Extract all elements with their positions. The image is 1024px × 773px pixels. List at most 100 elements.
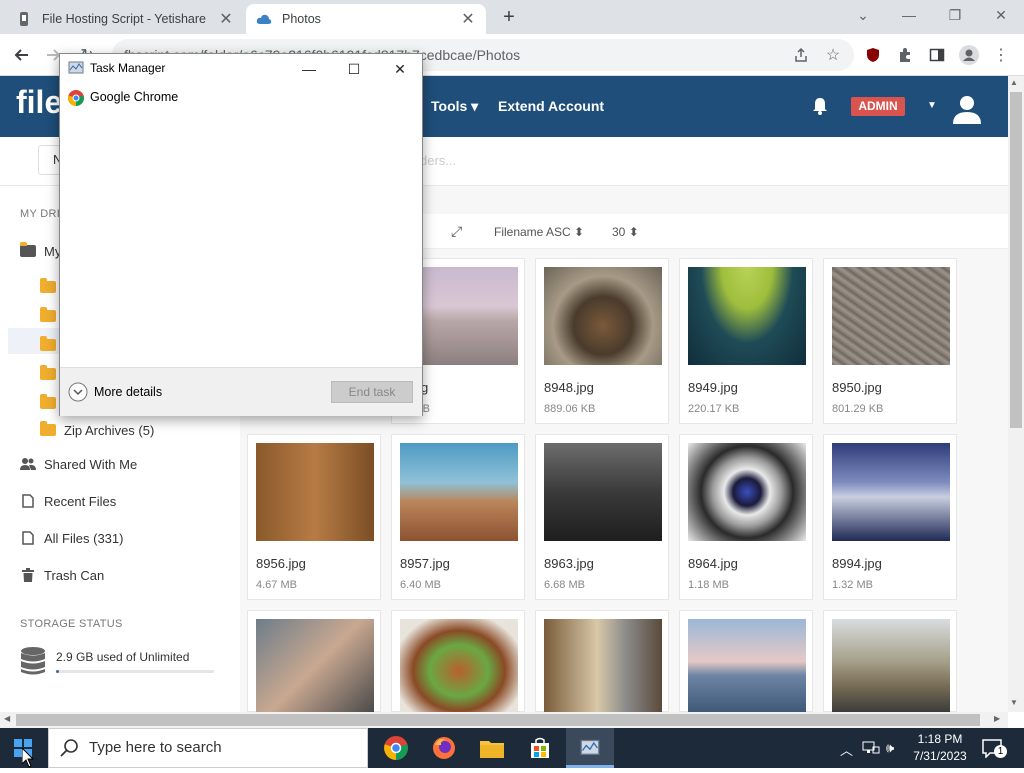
scroll-down-icon[interactable]: ▼ (1010, 698, 1018, 707)
sort-select[interactable]: Filename ASC ⬍ (494, 225, 584, 239)
yetishare-favicon-icon (16, 11, 32, 27)
vertical-scroll-thumb[interactable] (1010, 92, 1022, 428)
taskbar-clock[interactable]: 1:18 PM 7/31/2023 (910, 731, 970, 765)
file-card[interactable] (247, 610, 381, 713)
folder-icon (40, 278, 56, 295)
close-icon[interactable]: ✕ (385, 58, 415, 80)
file-card[interactable]: 8948.jpg 889.06 KB (535, 258, 669, 424)
back-arrow-icon[interactable] (9, 42, 35, 68)
chrome-icon (68, 90, 84, 111)
firefox-taskbar-icon[interactable] (420, 728, 468, 768)
trash-icon (20, 567, 36, 583)
nav-tools[interactable]: Tools ▾ (431, 98, 478, 115)
new-tab-icon[interactable]: + (496, 6, 522, 30)
file-card[interactable] (679, 610, 813, 713)
close-window-icon[interactable]: ✕ (978, 4, 1024, 28)
close-icon[interactable]: ✕ (218, 9, 234, 29)
file-card[interactable] (823, 610, 957, 713)
file-card[interactable]: 8956.jpg 4.67 MB (247, 434, 381, 600)
task-manager-window: Task Manager — ☐ ✕ Google Chrome More de… (59, 53, 423, 416)
file-card[interactable] (535, 610, 669, 713)
restore-icon[interactable]: ❐ (932, 4, 978, 28)
thumbnail (544, 619, 662, 713)
file-card[interactable]: 8994.jpg 1.32 MB (823, 434, 957, 600)
storage-progress (56, 670, 214, 673)
site-logo[interactable]: file (16, 84, 62, 121)
file-card[interactable] (391, 610, 525, 713)
tab-file-hosting[interactable]: File Hosting Script - Yetishare ✕ (6, 4, 244, 34)
horizontal-scroll-thumb[interactable] (16, 714, 980, 726)
minimize-icon[interactable]: — (294, 58, 324, 80)
thumbnail (544, 443, 662, 541)
chevron-down-circle-icon[interactable] (68, 382, 88, 407)
end-task-button[interactable]: End task (331, 381, 413, 403)
bell-icon[interactable] (810, 96, 830, 121)
file-card[interactable]: 8963.jpg 6.68 MB (535, 434, 669, 600)
sidebar-item-zip-archives[interactable]: Zip Archives (5) (40, 421, 154, 438)
task-manager-taskbar-icon[interactable] (566, 728, 614, 768)
sidebar-item-trash[interactable]: Trash Can (20, 567, 104, 583)
bookmark-star-icon[interactable]: ☆ (820, 42, 846, 68)
thumbnail (400, 443, 518, 541)
fullscreen-icon[interactable]: ⤢ (451, 223, 462, 240)
volume-icon[interactable]: 🕪 (886, 740, 894, 756)
clock-date: 7/31/2023 (913, 749, 967, 763)
sidebar-item-all-files[interactable]: All Files (331) (20, 530, 123, 546)
folder-dark-icon (20, 242, 36, 259)
extensions-puzzle-icon[interactable] (892, 42, 918, 68)
nav-extend-account[interactable]: Extend Account (498, 98, 604, 114)
sidebar-item-my-files[interactable]: My (20, 242, 61, 259)
chrome-taskbar-icon[interactable] (372, 728, 420, 768)
admin-badge[interactable]: ADMIN (851, 97, 905, 116)
taskbar-search-input[interactable]: Type here to search (48, 728, 368, 768)
scroll-left-icon[interactable]: ◀ (4, 714, 10, 723)
more-details-button[interactable]: More details (94, 385, 162, 399)
tab-photos[interactable]: Photos ✕ (246, 4, 486, 34)
tab-search-icon[interactable]: ⌄ (840, 4, 886, 28)
tab-title: File Hosting Script - Yetishare (42, 12, 206, 26)
search-input[interactable]: ders... (420, 153, 456, 168)
per-page-select[interactable]: 30 ⬍ (612, 225, 639, 239)
my-drive-heading: MY DRI (20, 208, 61, 220)
thumbnail (688, 443, 806, 541)
close-icon[interactable]: ✕ (460, 9, 476, 29)
thumbnail (832, 619, 950, 713)
file-card[interactable]: 8957.jpg 6.40 MB (391, 434, 525, 600)
cloud-icon (256, 11, 272, 27)
scroll-right-icon[interactable]: ▶ (994, 714, 1000, 723)
folder-icon (40, 307, 56, 324)
scroll-up-icon[interactable]: ▲ (1010, 78, 1018, 87)
folder-icon (40, 336, 56, 353)
minimize-icon[interactable]: — (886, 4, 932, 28)
side-panel-icon[interactable] (924, 42, 950, 68)
thumbnail (688, 619, 806, 713)
file-card[interactable]: 8949.jpg 220.17 KB (679, 258, 813, 424)
thumbnail (256, 443, 374, 541)
database-icon (20, 646, 46, 681)
sidebar-item-shared[interactable]: Shared With Me (20, 456, 137, 472)
share-icon[interactable] (788, 42, 814, 68)
profile-icon[interactable] (956, 42, 982, 68)
chevron-up-icon[interactable]: ︿ (840, 740, 853, 759)
folder-icon (40, 394, 56, 411)
menu-kebab-icon[interactable]: ⋮ (988, 42, 1014, 68)
file-explorer-taskbar-icon[interactable] (468, 728, 516, 768)
thumbnail (832, 443, 950, 541)
mouse-cursor-icon (21, 746, 35, 773)
thumbnail (832, 267, 950, 365)
network-icon[interactable] (862, 740, 880, 759)
maximize-icon[interactable]: ☐ (339, 58, 369, 80)
thumbnail (544, 267, 662, 365)
sidebar-item-recent[interactable]: Recent Files (20, 493, 116, 509)
file-card[interactable]: 8964.jpg 1.18 MB (679, 434, 813, 600)
store-taskbar-icon[interactable] (516, 728, 564, 768)
thumbnail (256, 619, 374, 713)
chevron-down-icon[interactable]: ▼ (927, 100, 937, 111)
avatar[interactable] (951, 92, 983, 124)
task-list-item[interactable]: Google Chrome (90, 90, 178, 104)
file-card[interactable]: 8950.jpg 801.29 KB (823, 258, 957, 424)
users-icon (20, 456, 36, 472)
document-icon (20, 530, 36, 546)
ublock-icon[interactable] (860, 42, 886, 68)
task-manager-icon (68, 60, 84, 81)
